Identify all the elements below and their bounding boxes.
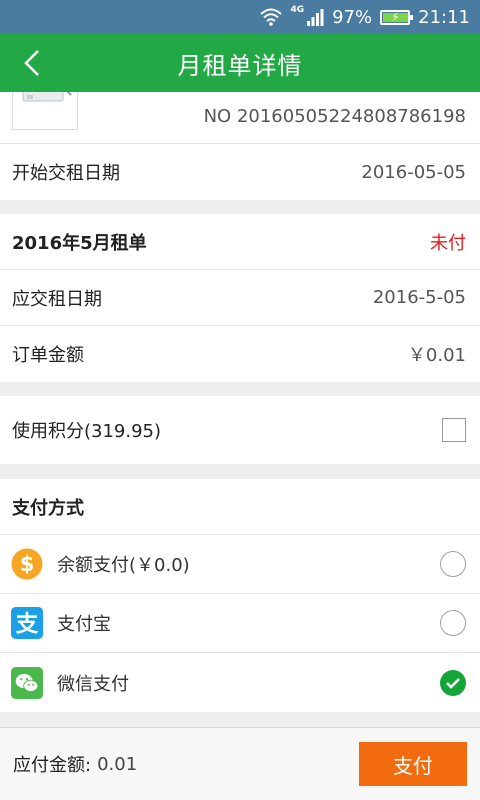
pay-button[interactable]: 支付 bbox=[359, 742, 467, 786]
battery-icon: ⚡ bbox=[380, 9, 414, 25]
pay-option-alipay[interactable]: 支 支付宝 bbox=[0, 594, 480, 653]
bill-status-badge: 未付 bbox=[430, 232, 466, 254]
amount-due-value: 0.01 bbox=[97, 753, 138, 775]
page-title: 月租单详情 bbox=[177, 51, 303, 80]
payment-method-title: 支付方式 bbox=[12, 497, 84, 519]
product-thumbnail bbox=[12, 92, 78, 130]
content: NO 20160505224808786198 开始交租日期 2016-05-0… bbox=[0, 92, 480, 724]
clock: 21:11 bbox=[418, 6, 470, 28]
order-amount-label: 订单金额 bbox=[12, 345, 84, 366]
svg-text:$: $ bbox=[20, 552, 35, 576]
svg-text:支: 支 bbox=[16, 611, 39, 637]
due-date-value: 2016-5-05 bbox=[372, 287, 466, 308]
rent-start-value: 2016-05-05 bbox=[361, 161, 466, 183]
alipay-icon: 支 bbox=[11, 607, 43, 639]
check-icon bbox=[446, 677, 460, 689]
pay-option-radio[interactable] bbox=[440, 551, 466, 577]
battery-percent: 97% bbox=[332, 6, 373, 28]
payment-method-header: 支付方式 bbox=[0, 479, 480, 535]
wifi-icon bbox=[260, 8, 283, 26]
status-bar: 4G 97% ⚡ 21:11 bbox=[0, 0, 480, 34]
order-amount-row: 订单金额 ￥0.01 bbox=[0, 326, 480, 382]
rent-start-label: 开始交租日期 bbox=[12, 163, 120, 184]
pay-option-label: 支付宝 bbox=[57, 614, 111, 635]
wechat-icon bbox=[11, 666, 43, 699]
use-points-row[interactable]: 使用积分(319.95) bbox=[0, 396, 480, 464]
signal-icon bbox=[306, 8, 324, 26]
pay-option-balance[interactable]: $ 余额支付(￥0.0) bbox=[0, 535, 480, 594]
order-amount-value: ￥0.01 bbox=[407, 345, 466, 366]
use-points-checkbox[interactable] bbox=[442, 418, 466, 442]
dollar-coin-icon: $ bbox=[11, 548, 43, 580]
amount-due-label: 应付金额: bbox=[13, 755, 92, 776]
network-type: 4G bbox=[290, 5, 305, 15]
order-summary: NO 20160505224808786198 bbox=[0, 92, 480, 144]
pay-option-label: 余额支付(￥0.0) bbox=[57, 555, 190, 576]
rent-start-row: 开始交租日期 2016-05-05 bbox=[0, 144, 480, 200]
due-date-row: 应交租日期 2016-5-05 bbox=[0, 270, 480, 326]
chevron-left-icon bbox=[24, 50, 39, 76]
pay-option-label: 微信支付 bbox=[57, 673, 129, 695]
bill-header-row: 2016年5月租单 未付 bbox=[0, 214, 480, 270]
back-button[interactable] bbox=[16, 46, 48, 80]
pay-option-wechat[interactable]: 微信支付 bbox=[0, 653, 480, 712]
bill-title: 2016年5月租单 bbox=[12, 232, 147, 254]
pay-option-radio-selected[interactable] bbox=[440, 669, 466, 696]
footer-bar: 应付金额: 0.01 支付 bbox=[0, 727, 480, 800]
title-bar: 月租单详情 bbox=[0, 34, 480, 92]
use-points-label: 使用积分(319.95) bbox=[12, 421, 162, 442]
pay-option-radio[interactable] bbox=[440, 610, 466, 636]
due-date-label: 应交租日期 bbox=[12, 288, 102, 310]
order-number: NO 20160505224808786198 bbox=[203, 106, 466, 127]
